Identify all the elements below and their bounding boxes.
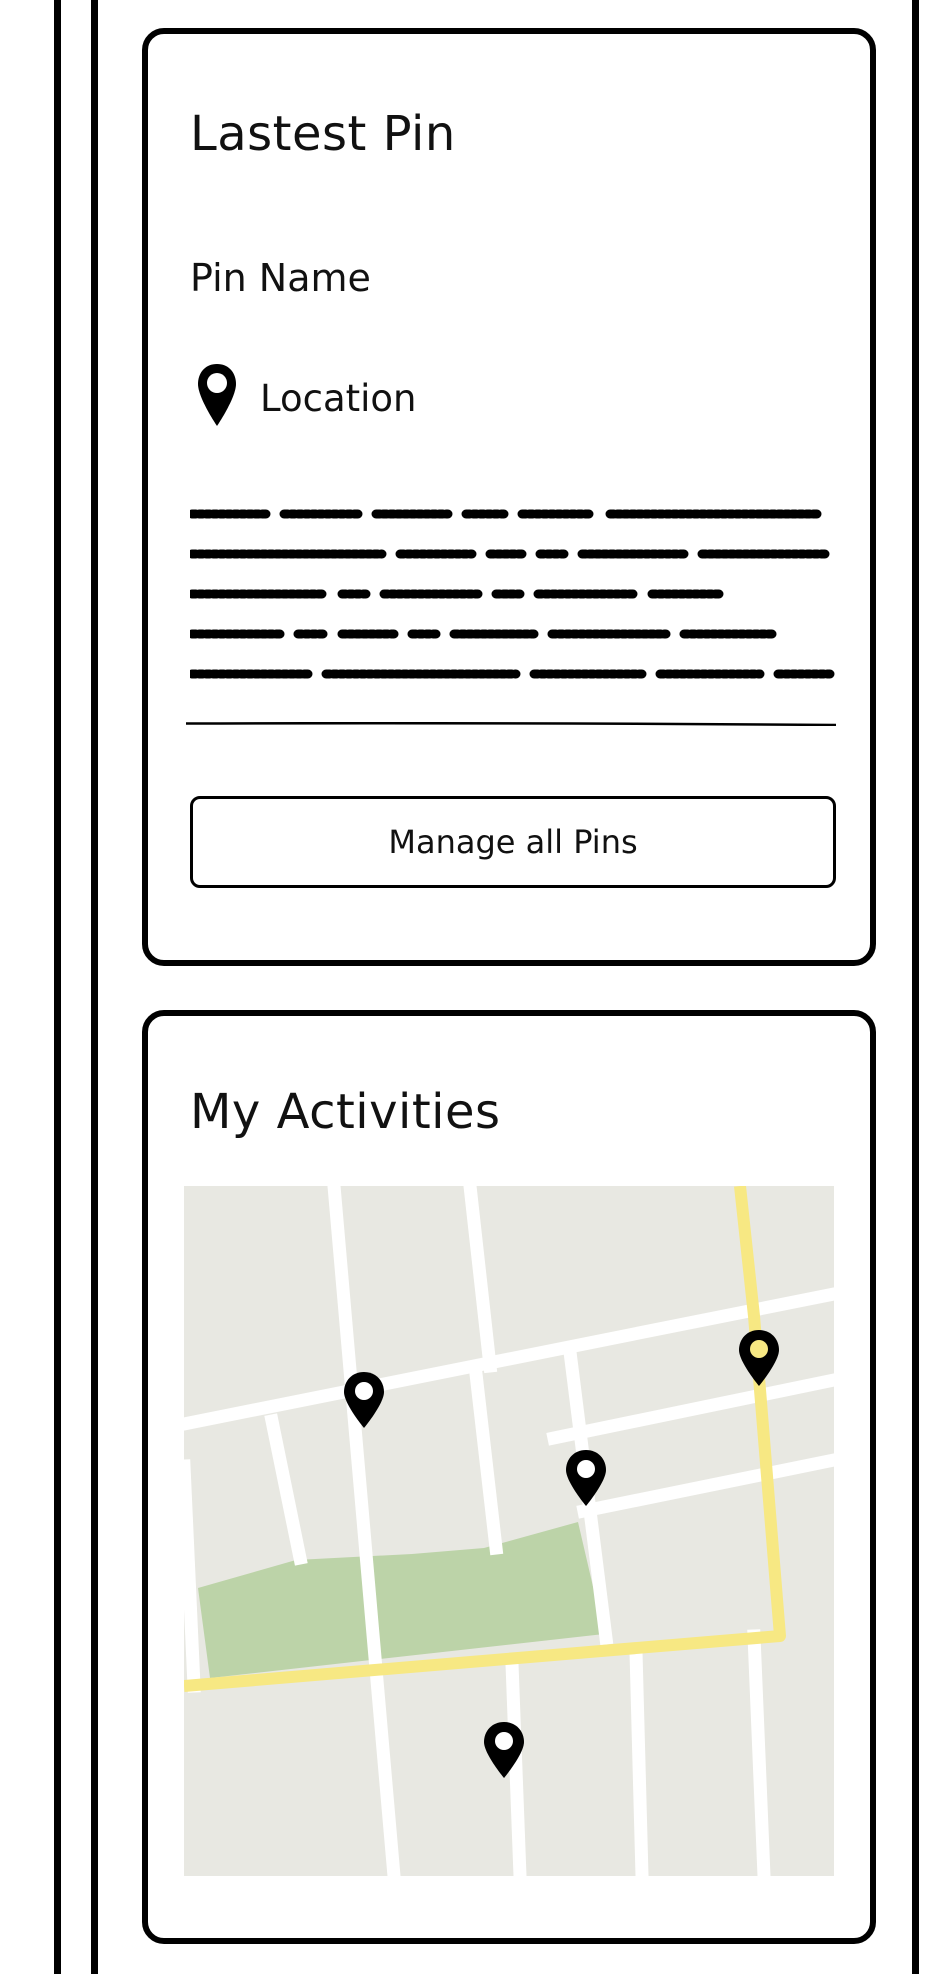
latest-pin-title: Lastest Pin (190, 106, 456, 162)
activities-title: My Activities (190, 1084, 501, 1140)
location-row: Location (196, 362, 417, 434)
divider (186, 722, 836, 726)
map-pin-icon (196, 362, 238, 434)
frame-left-inner-line (91, 0, 98, 1974)
pin-name: Pin Name (190, 256, 371, 300)
frame-left-outer-line (54, 0, 61, 1974)
location-label: Location (260, 376, 417, 420)
latest-pin-card: Lastest Pin Pin Name Location Manage all… (142, 28, 876, 966)
manage-all-pins-button[interactable]: Manage all Pins (190, 796, 836, 888)
description-scribble (190, 509, 835, 679)
my-activities-card: My Activities (142, 1010, 876, 1944)
activities-map[interactable] (184, 1186, 834, 1876)
frame-right-line (912, 0, 919, 1974)
